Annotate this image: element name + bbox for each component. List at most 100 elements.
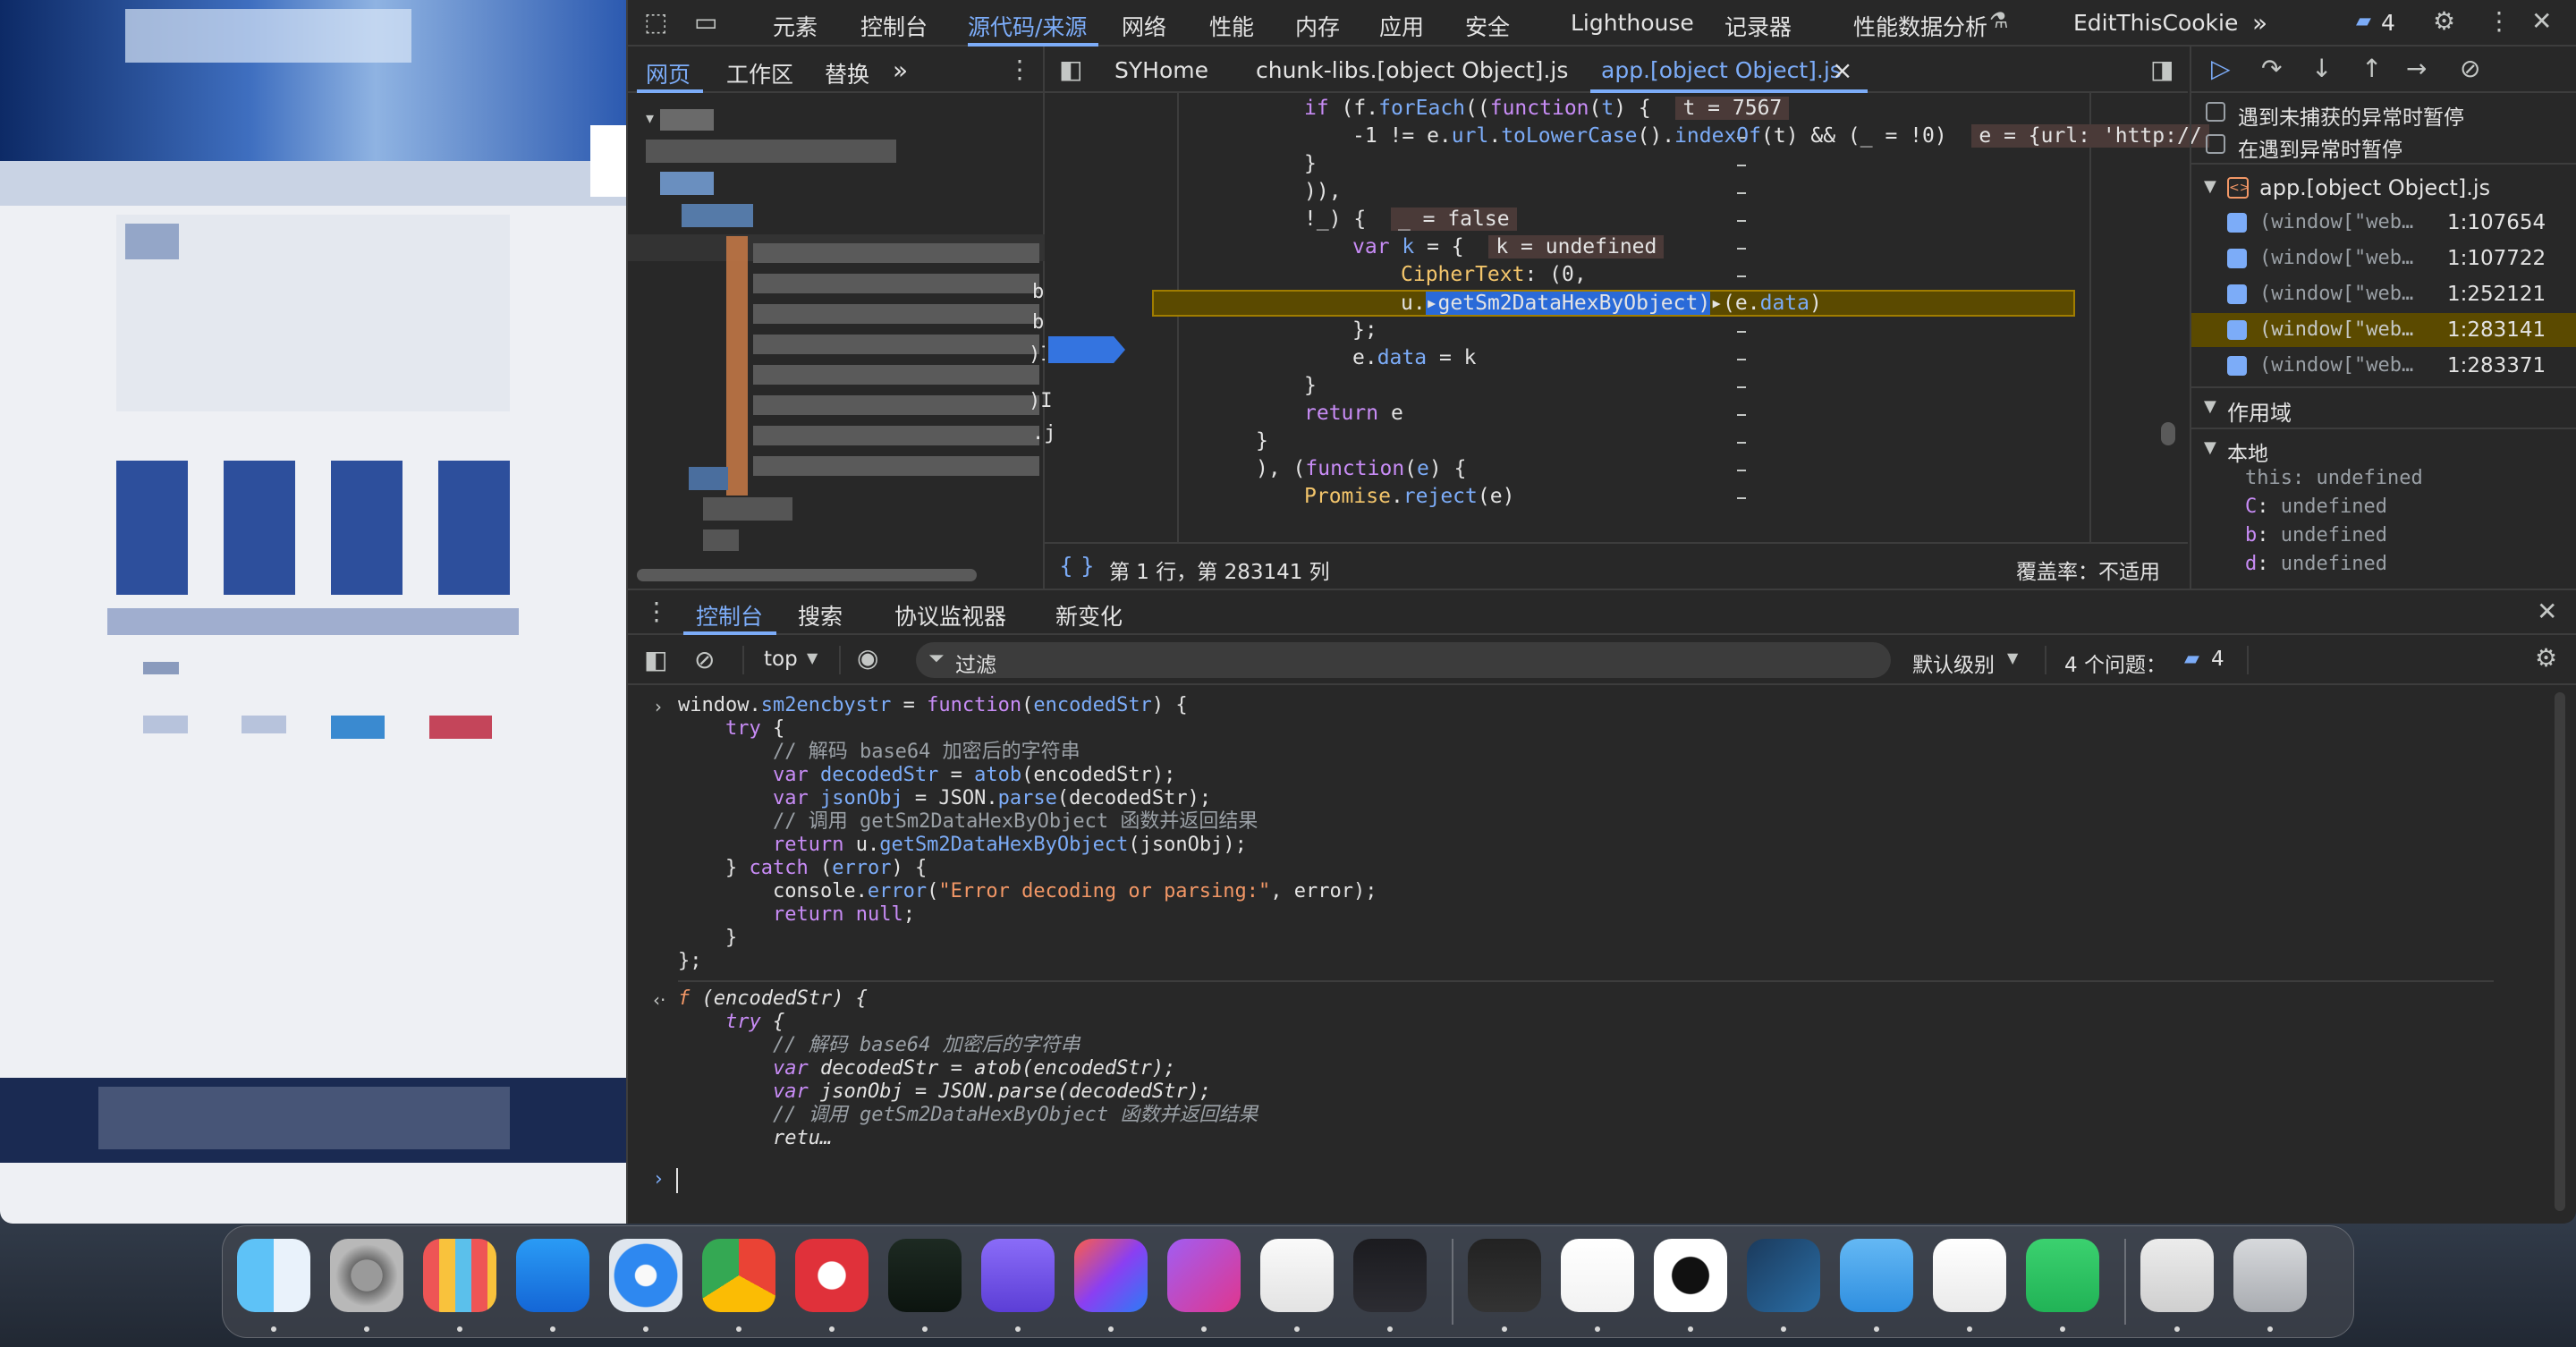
- qq-icon[interactable]: [1654, 1239, 1727, 1312]
- scope-var-row[interactable]: d: undefined: [2245, 553, 2387, 575]
- breakpoint-checkbox[interactable]: [2227, 284, 2247, 304]
- deactivate-breakpoints-icon[interactable]: ⊘: [2460, 56, 2480, 81]
- file-tab-app[interactable]: app.[object Object].js: [1601, 57, 1842, 83]
- editor-vscrollbar[interactable]: [2161, 422, 2175, 445]
- file-tab-syhome[interactable]: SYHome: [1114, 57, 1208, 83]
- file-tab-close-button[interactable]: ×: [1832, 55, 1852, 85]
- intellij-icon[interactable]: [1074, 1239, 1148, 1312]
- inspect-element-icon[interactable]: ⬚: [644, 10, 667, 35]
- tab-security[interactable]: 安全: [1465, 10, 1510, 42]
- steam-icon[interactable]: [1747, 1239, 1820, 1312]
- wps-icon[interactable]: [1561, 1239, 1634, 1312]
- scope-var-row[interactable]: this: undefined: [2245, 467, 2423, 489]
- scope-section-title[interactable]: 作用域: [2227, 395, 2292, 427]
- clear-console-icon[interactable]: ⊘: [694, 648, 715, 673]
- pause-uncaught-checkbox[interactable]: [2206, 102, 2225, 122]
- finder-icon[interactable]: [237, 1239, 310, 1312]
- breakpoint-row[interactable]: (window["web… 1:283371: [2191, 349, 2576, 383]
- close-devtools-icon[interactable]: ✕: [2531, 9, 2552, 34]
- breakpoint-row[interactable]: (window["web… 1:252121: [2191, 277, 2576, 311]
- level-chevron-down-icon[interactable]: ▼: [2007, 651, 2018, 665]
- breakpoint-checkbox[interactable]: [2227, 213, 2247, 233]
- drawer-tab-search[interactable]: 搜索: [798, 599, 843, 631]
- device-toolbar-icon[interactable]: ▭: [694, 10, 717, 35]
- trash-icon[interactable]: [2233, 1239, 2307, 1312]
- issues-count-label[interactable]: 4 个问题：: [2064, 648, 2166, 678]
- nav-menu-icon[interactable]: ⋮: [1007, 57, 1032, 82]
- step-out-icon[interactable]: ↑: [2361, 56, 2382, 81]
- log-level-select[interactable]: 默认级别: [1912, 648, 1995, 678]
- activity-monitor-icon[interactable]: [888, 1239, 962, 1312]
- navigator-scrollbar[interactable]: [637, 569, 977, 581]
- line-gutter[interactable]: [1045, 93, 1179, 562]
- nav-more-button[interactable]: »: [893, 55, 908, 85]
- tab-elements[interactable]: 元素: [773, 10, 818, 42]
- console-scrollbar[interactable]: [2555, 692, 2565, 1211]
- nav-tab-workspace[interactable]: 工作区: [726, 57, 793, 89]
- tab-performance[interactable]: 性能: [1209, 10, 1254, 42]
- scope-var-row[interactable]: C: undefined: [2245, 496, 2387, 518]
- tab-sources[interactable]: 源代码/来源: [968, 10, 1087, 42]
- context-chevron-down-icon[interactable]: ▼: [807, 651, 818, 665]
- launchpad-icon[interactable]: [423, 1239, 496, 1312]
- safari-icon[interactable]: [609, 1239, 682, 1312]
- step-into-icon[interactable]: ↓: [2311, 56, 2332, 81]
- console-input-caret[interactable]: [676, 1168, 678, 1193]
- toggle-debugger-icon[interactable]: ◨: [2150, 57, 2174, 82]
- breakpoint-checkbox[interactable]: [2227, 249, 2247, 268]
- drawer-tab-protocol-monitor[interactable]: 协议监视器: [894, 599, 1006, 631]
- terminal-icon[interactable]: [1468, 1239, 1541, 1312]
- file-tab-chunk-libs[interactable]: chunk-libs.[object Object].js: [1256, 57, 1568, 83]
- drawer-menu-icon[interactable]: ⋮: [644, 599, 669, 624]
- pretty-print-icon[interactable]: { }: [1059, 553, 1095, 579]
- active-breakpoint-marker[interactable]: [1048, 336, 1125, 363]
- console-filter-input[interactable]: ⏷ 过滤: [916, 642, 1891, 678]
- step-icon[interactable]: →: [2406, 56, 2427, 81]
- tree-expand-arrow[interactable]: ▾: [646, 109, 654, 128]
- scope-chevron-icon[interactable]: ▼: [2204, 399, 2216, 415]
- drawer-tab-changes[interactable]: 新变化: [1055, 599, 1123, 631]
- tab-network[interactable]: 网络: [1122, 10, 1166, 42]
- more-tabs-button[interactable]: »: [2252, 8, 2267, 38]
- resume-icon[interactable]: ▷: [2211, 56, 2231, 81]
- issues-count-badge[interactable]: 4: [2211, 648, 2224, 671]
- drawer-tab-console[interactable]: 控制台: [696, 599, 763, 631]
- issues-icon[interactable]: ▰: [2184, 649, 2199, 669]
- step-over-icon[interactable]: ↷: [2261, 56, 2282, 81]
- netease-music-icon[interactable]: [795, 1239, 869, 1312]
- tab-memory[interactable]: 内存: [1295, 10, 1340, 42]
- issues-message-icon[interactable]: ▰: [2356, 12, 2371, 31]
- console-settings-gear-icon[interactable]: ⚙: [2535, 646, 2557, 671]
- typora-icon[interactable]: [1260, 1239, 1334, 1312]
- live-expression-eye-icon[interactable]: ◉: [857, 646, 878, 671]
- nav-tab-page[interactable]: 网页: [646, 57, 691, 89]
- bp-file-chevron-icon[interactable]: ▼: [2204, 179, 2216, 195]
- toggle-navigator-icon[interactable]: ◧: [1059, 57, 1082, 82]
- folder-icon[interactable]: [1840, 1239, 1913, 1312]
- phpstorm-icon[interactable]: [1167, 1239, 1241, 1312]
- console-sidebar-icon[interactable]: ◧: [644, 648, 667, 673]
- tab-performance-insights[interactable]: 性能数据分析: [1853, 10, 1987, 42]
- settings-gear-icon[interactable]: ⚙: [2433, 9, 2455, 34]
- tab-recorder[interactable]: 记录器: [1724, 10, 1792, 42]
- wechat-icon[interactable]: [2026, 1239, 2099, 1312]
- tab-application[interactable]: 应用: [1379, 10, 1424, 42]
- vscode-icon[interactable]: [1933, 1239, 2006, 1312]
- breakpoint-row[interactable]: (window["web… 1:107722: [2191, 241, 2576, 275]
- scope-var-row[interactable]: b: undefined: [2245, 524, 2387, 546]
- breakpoint-row[interactable]: (window["web… 1:107654: [2191, 206, 2576, 240]
- context-selector[interactable]: top: [764, 648, 798, 671]
- local-scope-title[interactable]: 本地: [2227, 436, 2268, 467]
- reeder-icon[interactable]: [981, 1239, 1055, 1312]
- local-scope-chevron-icon[interactable]: ▼: [2204, 440, 2216, 456]
- close-drawer-icon[interactable]: ✕: [2537, 599, 2557, 624]
- archive-icon[interactable]: [2140, 1239, 2214, 1312]
- tab-console[interactable]: 控制台: [860, 10, 928, 42]
- system-settings-icon[interactable]: [330, 1239, 403, 1312]
- app-store-icon[interactable]: [516, 1239, 589, 1312]
- ollama-icon[interactable]: [1353, 1239, 1427, 1312]
- nav-tab-overrides[interactable]: 替换: [825, 57, 869, 89]
- console-output-block[interactable]: f (encodedStr) { try { // 解码 base64 加密后的…: [678, 987, 1258, 1150]
- tab-editthiscookie[interactable]: EditThisCookie: [2073, 10, 2238, 36]
- pause-caught-checkbox[interactable]: [2206, 134, 2225, 154]
